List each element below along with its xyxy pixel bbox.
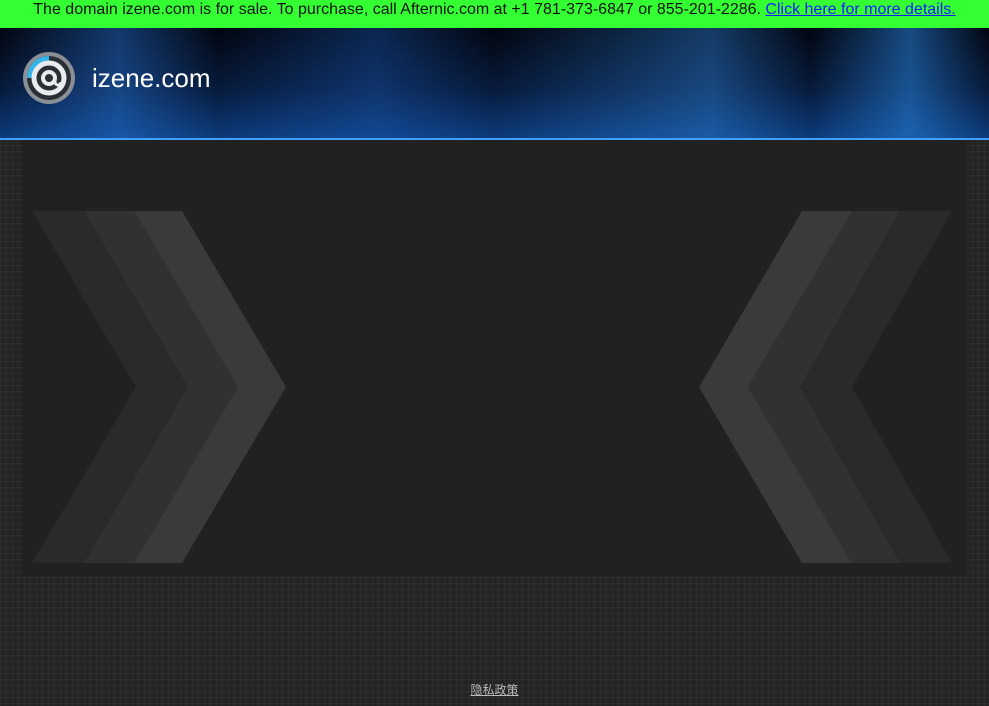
site-header: izene.com [0, 28, 989, 140]
chevron-right-icon [32, 211, 286, 563]
sale-message: The domain izene.com is for sale. To pur… [33, 1, 761, 18]
chevron-left-icon [699, 211, 952, 563]
chevron-decoration [32, 211, 952, 563]
footer: 隐私政策 [0, 682, 989, 698]
content-stage [22, 140, 967, 576]
more-details-link[interactable]: Click here for more details. [765, 1, 955, 18]
privacy-policy-link[interactable]: 隐私政策 [470, 683, 518, 697]
at-sign-circle-icon[interactable] [22, 51, 76, 105]
domain-sale-banner: The domain izene.com is for sale. To pur… [0, 0, 989, 28]
site-name[interactable]: izene.com [92, 62, 211, 94]
